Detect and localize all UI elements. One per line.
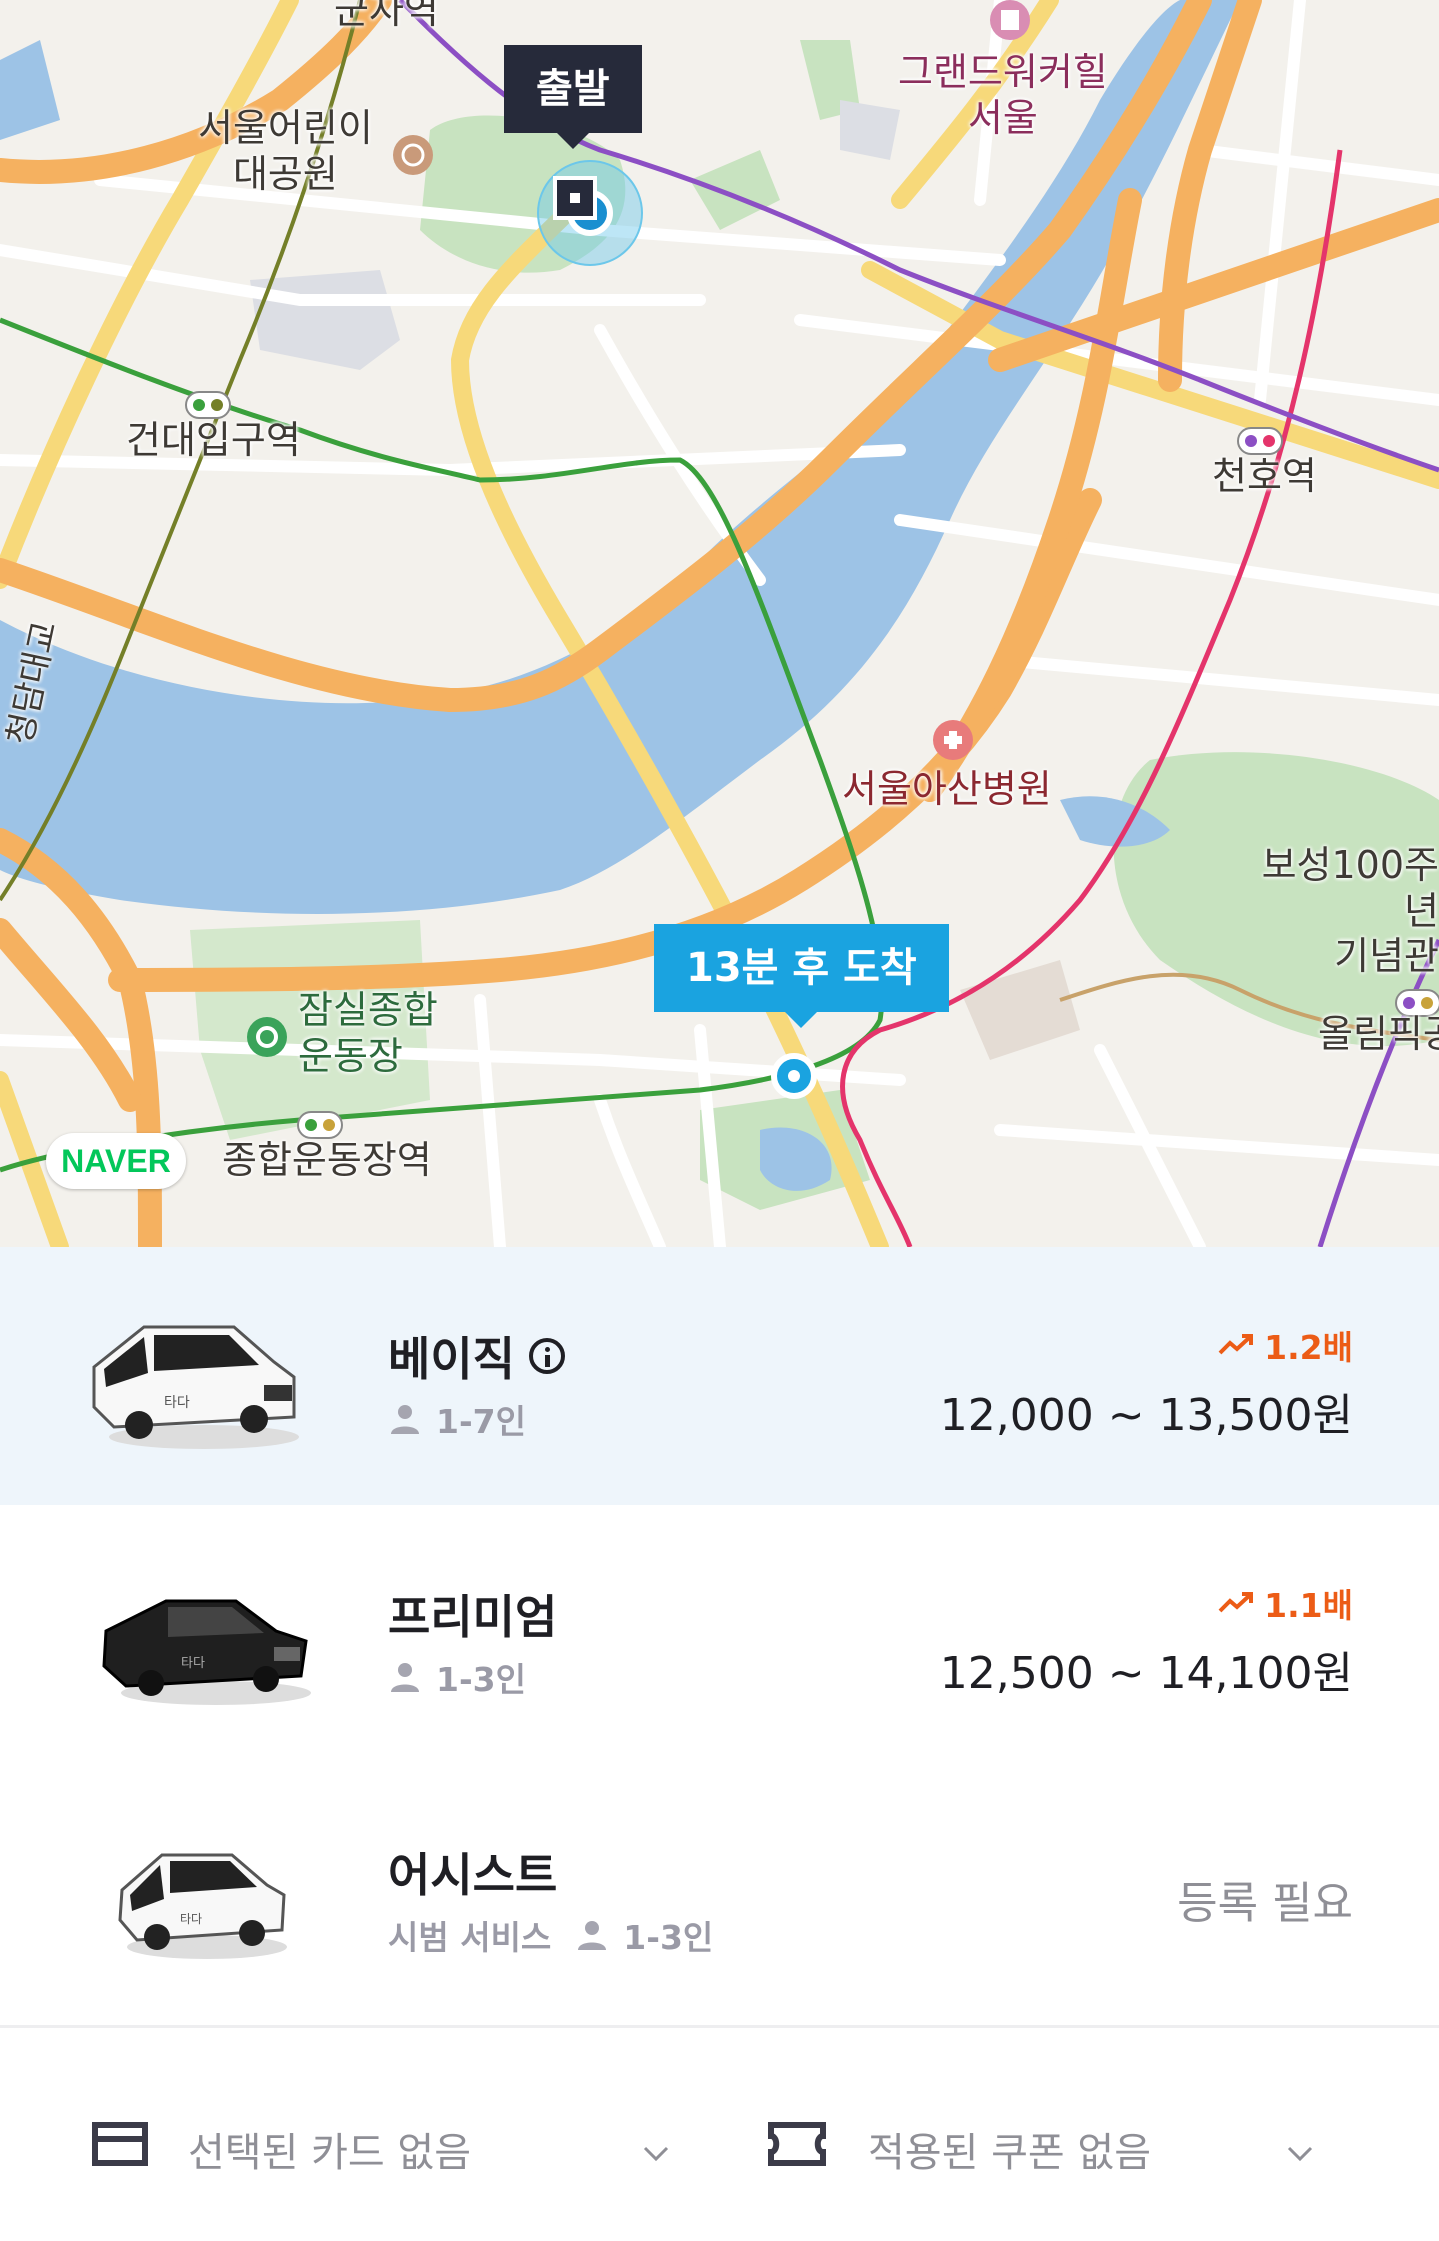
ride-capacity: 1-7인 bbox=[388, 1395, 526, 1443]
price-range: 12,500 ~ 14,100원 bbox=[939, 1648, 1353, 1699]
map-label-konkuk-station: 건대입구역 bbox=[126, 418, 301, 462]
info-icon[interactable] bbox=[528, 1338, 565, 1374]
map-label-grand-walkerhill: 그랜드워커힐 서울 bbox=[898, 50, 1108, 140]
ride-capacity: 1-3인 bbox=[388, 1653, 526, 1701]
start-callout[interactable]: 출발 bbox=[504, 45, 642, 149]
capacity-label: 1-3인 bbox=[623, 1918, 714, 1957]
trending-up-icon bbox=[1218, 1584, 1254, 1623]
naver-logo: NAVER bbox=[46, 1133, 186, 1189]
stadium-icon bbox=[247, 1017, 287, 1057]
black-sedan-icon: 타다 bbox=[102, 1599, 311, 1705]
coupon-icon bbox=[768, 2122, 826, 2176]
map-label-asan-hospital: 서울아산병원 bbox=[842, 767, 1052, 811]
station-marker bbox=[185, 391, 231, 419]
card-selector[interactable]: 선택된 카드 없음 bbox=[92, 2120, 669, 2178]
svg-text:타다: 타다 bbox=[164, 1395, 190, 1411]
ride-option-basic[interactable]: 타다 베이직 1-7인 1.2배 12,000 ~ 13,500원 bbox=[0, 1247, 1439, 1505]
svg-text:타다: 타다 bbox=[180, 1912, 202, 1926]
coupon-label: 적용된 쿠폰 없음 bbox=[868, 2130, 1152, 2176]
ride-name: 어시스트 bbox=[388, 1848, 558, 1902]
map-label-sports-complex-station: 종합운동장역 bbox=[222, 1138, 432, 1182]
person-icon bbox=[388, 1660, 422, 1694]
capacity-label: 1-3인 bbox=[436, 1660, 526, 1699]
coupon-selector[interactable]: 적용된 쿠폰 없음 bbox=[768, 2120, 1313, 2178]
map-label-childrens-park: 서울어린이 대공원 bbox=[198, 106, 373, 196]
ride-option-assist[interactable]: 타다 어시스트 시범 서비스 1-3인 등록 필요 bbox=[0, 1763, 1439, 2025]
station-marker bbox=[1237, 427, 1283, 455]
chevron-down-icon bbox=[1287, 2126, 1313, 2172]
map-label-olympic-park: 올림픽공 bbox=[1318, 1012, 1439, 1056]
surge-multiplier: 1.1배 bbox=[1218, 1579, 1353, 1627]
ride-capacity: 시범 서비스 1-3인 bbox=[388, 1911, 713, 1959]
surge-label: 1.1배 bbox=[1264, 1586, 1353, 1625]
chevron-down-icon bbox=[643, 2126, 669, 2172]
surge-multiplier: 1.2배 bbox=[1218, 1321, 1353, 1369]
ride-name-label: 베이직 bbox=[388, 1332, 515, 1386]
registration-required[interactable]: 등록 필요 bbox=[1177, 1867, 1353, 1931]
card-label: 선택된 카드 없음 bbox=[188, 2130, 472, 2176]
card-icon bbox=[92, 2122, 148, 2176]
map-label-gunja-station: 군자역 bbox=[334, 0, 439, 32]
station-marker bbox=[297, 1111, 343, 1139]
map-label-boseong-hall: 보성100주년 기념관 bbox=[1261, 843, 1439, 979]
ferris-wheel-icon bbox=[393, 135, 433, 175]
trending-up-icon bbox=[1218, 1326, 1254, 1365]
white-suv-icon: 타다 bbox=[118, 1853, 287, 1959]
price-range: 12,000 ~ 13,500원 bbox=[939, 1390, 1353, 1441]
divider bbox=[0, 2025, 1439, 2028]
person-icon bbox=[575, 1918, 609, 1952]
ride-name: 베이직 bbox=[388, 1323, 565, 1389]
person-icon bbox=[388, 1402, 422, 1436]
park-area bbox=[690, 150, 780, 230]
map-label-cheonho-station: 천호역 bbox=[1212, 454, 1317, 498]
hotel-icon bbox=[990, 0, 1030, 40]
map-label-jamsil-stadium: 잠실종합 운동장 bbox=[298, 988, 438, 1078]
ride-option-premium[interactable]: 타다 프리미엄 1-3인 1.1배 12,500 ~ 14,100원 bbox=[0, 1505, 1439, 1763]
map-view[interactable]: 군자역 서울어린이 대공원 그랜드워커힐 서울 건대입구역 천호역 청담대교 서… bbox=[0, 0, 1439, 1247]
white-van-icon: 타다 bbox=[92, 1325, 299, 1449]
hospital-icon bbox=[933, 720, 973, 760]
capacity-label: 1-7인 bbox=[436, 1402, 526, 1441]
arrival-callout[interactable]: 13분 후 도착 bbox=[654, 924, 949, 1028]
surge-label: 1.2배 bbox=[1264, 1328, 1353, 1367]
pilot-service-tag: 시범 서비스 bbox=[388, 1918, 552, 1957]
ride-name: 프리미엄 bbox=[388, 1590, 558, 1644]
svg-text:타다: 타다 bbox=[181, 1656, 205, 1671]
